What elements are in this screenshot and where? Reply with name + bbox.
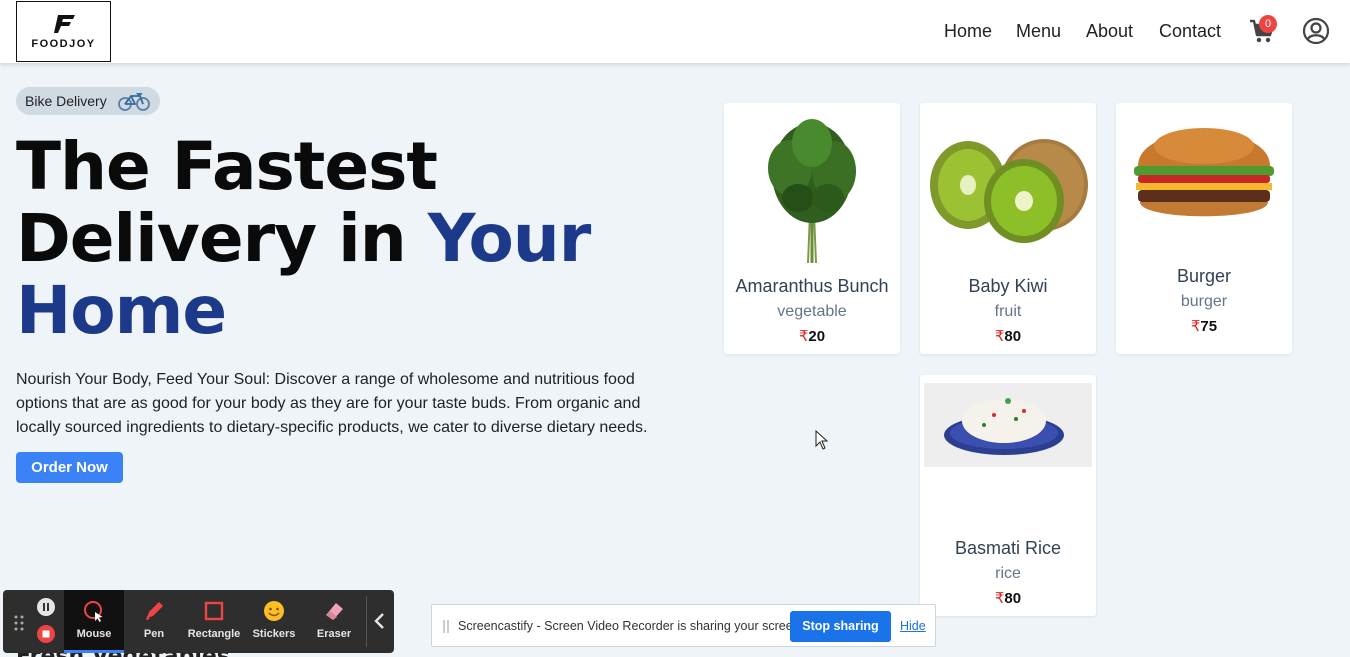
chevron-left-icon[interactable] (371, 610, 389, 632)
rice-plate-image (924, 383, 1092, 467)
rupee-symbol: ₹ (994, 590, 1005, 607)
product-price: ₹80 (920, 589, 1096, 607)
screen-sharing-bar: Screencastify - Screen Video Recorder is… (431, 604, 936, 647)
stop-sharing-button[interactable]: Stop sharing (790, 611, 891, 642)
logo-text: FOODJOY (31, 38, 96, 50)
tool-eraser[interactable]: Eraser (304, 590, 364, 653)
hero-headline: The Fastest Delivery in Your Home (16, 131, 696, 347)
headline-line-1: The Fastest (16, 128, 438, 205)
product-category: vegetable (777, 303, 847, 320)
product-card[interactable]: Baby Kiwi fruit ₹80 (920, 103, 1096, 354)
bicycle-icon (118, 93, 150, 111)
tool-label: Pen (143, 628, 165, 640)
tool-label: Eraser (316, 628, 352, 640)
sharing-message: Screencastify - Screen Video Recorder is… (458, 619, 804, 633)
recorder-toolbar: Mouse Pen Rectangle Stickers Eraser (3, 590, 394, 653)
rupee-symbol: ₹ (798, 328, 809, 345)
leafy-greens-image (768, 119, 856, 263)
product-category: rice (995, 565, 1021, 582)
pen-icon (146, 602, 163, 620)
product-category: fruit (994, 303, 1022, 320)
stop-recording-button[interactable] (37, 625, 55, 643)
product-name: Burger (1176, 266, 1232, 286)
sticker-smiley-icon (264, 601, 284, 621)
pause-icon (43, 603, 49, 611)
tool-pen[interactable]: Pen (124, 590, 184, 653)
nav-about[interactable]: About (1086, 21, 1133, 42)
product-name: Basmati Rice (954, 538, 1062, 558)
headline-line-2: Delivery in Your (16, 203, 696, 275)
mouse-cursor-icon (815, 430, 829, 450)
product-card[interactable]: Amaranthus Bunch vegetable ₹20 (724, 103, 900, 354)
tool-label: Rectangle (187, 628, 241, 640)
product-price: ₹20 (724, 327, 900, 345)
product-category: burger (1180, 293, 1228, 310)
kiwi-image (930, 139, 1088, 243)
logo-f-icon (54, 15, 75, 33)
bike-delivery-badge: Bike Delivery (16, 87, 160, 115)
rectangle-icon (204, 601, 224, 621)
hero-description: Nourish Your Body, Feed Your Soul: Disco… (16, 371, 648, 436)
product-price: ₹80 (920, 327, 1096, 345)
mouse-tool-icon (84, 601, 103, 622)
hide-link[interactable]: Hide (900, 619, 926, 633)
tool-label: Stickers (252, 628, 296, 640)
cart-count-badge: 0 (1259, 15, 1277, 33)
rupee-symbol: ₹ (994, 328, 1005, 345)
product-card[interactable]: Burger burger ₹75 (1116, 103, 1292, 354)
order-now-button[interactable]: Order Now (16, 452, 123, 483)
top-navbar: FOODJOY Home Menu About Contact 0 (0, 0, 1350, 63)
tool-label: Mouse (76, 628, 112, 640)
foodjoy-logo[interactable]: FOODJOY (16, 1, 111, 62)
price-value: 75 (1200, 318, 1218, 335)
pause-recording-button[interactable] (37, 598, 55, 616)
headline-accent-home: Home (16, 272, 227, 349)
tool-rectangle[interactable]: Rectangle (184, 590, 244, 653)
sharebar-drag-handle[interactable] (443, 620, 449, 633)
price-value: 80 (1004, 590, 1022, 607)
product-card[interactable]: Basmati Rice rice ₹80 (920, 375, 1096, 616)
headline-accent-your: Your (427, 200, 592, 277)
nav-menu[interactable]: Menu (1016, 21, 1061, 42)
toolbar-divider (366, 596, 367, 647)
headline-plain: Delivery in (16, 200, 428, 277)
price-value: 80 (1004, 328, 1022, 345)
burger-image (1134, 128, 1274, 217)
product-name: Baby Kiwi (968, 276, 1048, 296)
drag-handle-icon[interactable] (13, 615, 25, 631)
eraser-icon (326, 603, 343, 620)
tool-stickers[interactable]: Stickers (244, 590, 304, 653)
badge-label: Bike Delivery (25, 93, 107, 109)
nav-home[interactable]: Home (944, 21, 992, 42)
rupee-symbol: ₹ (1190, 318, 1201, 335)
user-account-icon[interactable] (1302, 17, 1330, 45)
price-value: 20 (808, 328, 826, 345)
product-name: Amaranthus Bunch (735, 276, 889, 296)
product-price: ₹75 (1116, 317, 1292, 335)
stop-icon (42, 630, 50, 638)
nav-contact[interactable]: Contact (1159, 21, 1221, 42)
tool-mouse[interactable]: Mouse (64, 590, 124, 653)
